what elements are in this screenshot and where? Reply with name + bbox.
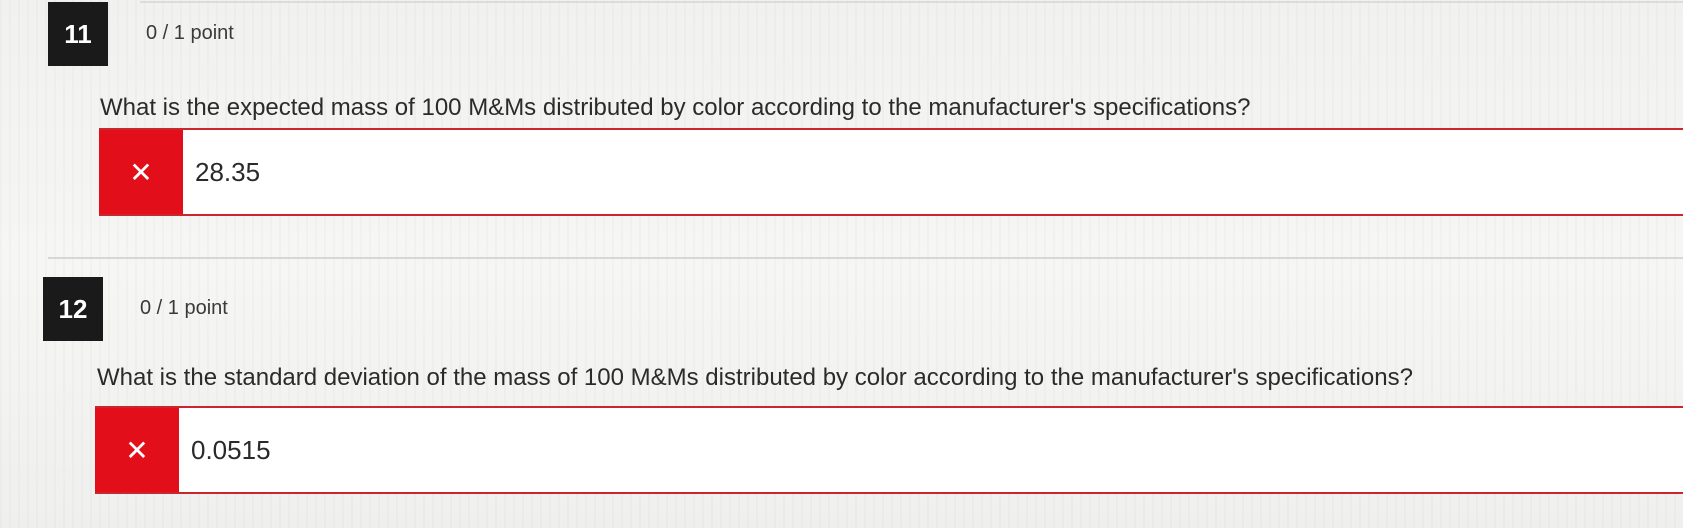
answer-box-incorrect: ✕ 0.0515 [95, 406, 1683, 494]
question-points: 0 / 1 point [140, 297, 228, 319]
question-text: What is the standard deviation of the ma… [97, 364, 1413, 391]
question-11: 11 0 / 1 point What is the expected mass… [0, 0, 1683, 262]
question-number-badge: 12 [43, 277, 103, 341]
answer-box-incorrect: ✕ 28.35 [99, 128, 1683, 216]
x-icon: ✕ [95, 408, 179, 492]
question-divider [48, 257, 1683, 259]
question-points: 0 / 1 point [146, 22, 234, 44]
answer-value: 28.35 [195, 156, 261, 187]
x-icon: ✕ [99, 130, 183, 214]
question-12: 12 0 / 1 point What is the standard devi… [0, 262, 1683, 528]
question-text: What is the expected mass of 100 M&Ms di… [100, 94, 1251, 121]
question-number-badge: 11 [48, 2, 108, 66]
answer-value: 0.0515 [191, 434, 271, 465]
quiz-results-page: 11 0 / 1 point What is the expected mass… [0, 0, 1683, 528]
